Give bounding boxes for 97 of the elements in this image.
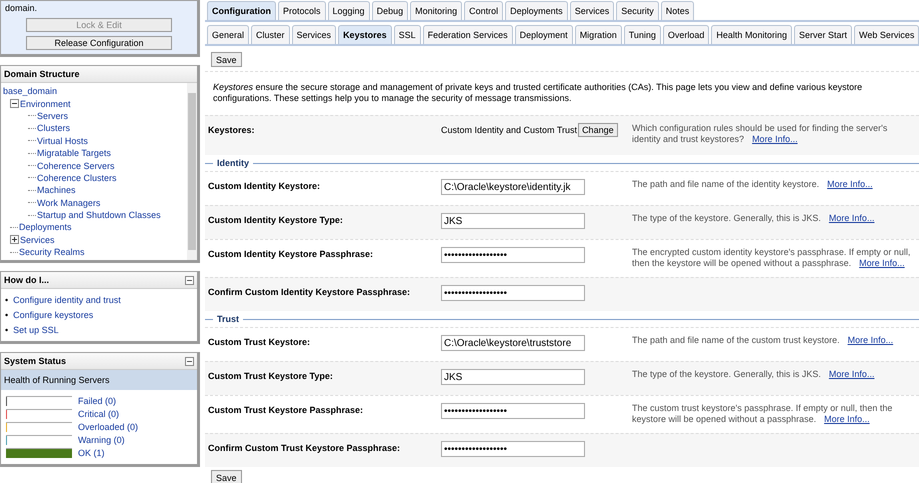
scrollbar[interactable] [187, 83, 197, 260]
subtab[interactable]: Health Monitoring [711, 25, 792, 44]
tree-item[interactable]: Environment [20, 98, 71, 109]
tree-item[interactable]: Work Managers [37, 198, 100, 208]
subtab[interactable]: Tuning [624, 25, 661, 44]
tree-item[interactable]: Virtual Hosts [37, 136, 88, 146]
collapse-icon[interactable] [185, 356, 194, 366]
bullet: • [5, 310, 8, 320]
health-link[interactable]: Overloaded (0) [78, 422, 138, 432]
tab[interactable]: Monitoring [410, 1, 462, 20]
field-help: The type of the keystore. Generally, this is JKS. More Info... [632, 213, 876, 224]
field-label: Custom Trust Keystore Passphrase: [208, 404, 364, 415]
health-link[interactable]: Failed (0) [78, 396, 116, 406]
tree-item[interactable]: Clusters [37, 123, 70, 134]
field-value: Custom Identity and Custom Trust [441, 124, 578, 137]
section-title: Trust [217, 314, 240, 324]
tree-item[interactable]: Machines [37, 185, 76, 196]
subtab[interactable]: Federation Services [422, 25, 513, 44]
more-info-link[interactable]: More Info... [828, 213, 874, 223]
tab[interactable]: Services [570, 1, 614, 20]
change-center-message: domain. [5, 3, 38, 14]
tree-item[interactable]: Security Realms [19, 247, 85, 258]
input-field[interactable]: JKS [441, 369, 585, 385]
tab[interactable]: Protocols [278, 1, 326, 20]
subtab[interactable]: SSL [394, 25, 421, 44]
field-label: Custom Trust Keystore: [208, 336, 312, 347]
collapse-icon[interactable] [10, 99, 19, 108]
more-info-link[interactable]: More Info... [859, 258, 905, 268]
input-field[interactable]: C:\Oracle\keystore\identity.jk [441, 179, 585, 195]
input-field[interactable]: •••••••••••••••••• [441, 247, 585, 263]
subtab[interactable]: Deployment [514, 25, 573, 44]
bullet: • [5, 295, 8, 306]
tree-item[interactable]: base_domain [3, 86, 58, 96]
subtab[interactable]: Overload [662, 25, 710, 44]
help-link[interactable]: Configure keystores [13, 310, 94, 320]
tree-item[interactable]: Coherence Servers [37, 160, 115, 171]
field-label: Confirm Custom Identity Keystore Passphrase: [208, 286, 412, 297]
change-center-button[interactable]: Release Configuration [26, 36, 172, 50]
subtab[interactable]: Web Services [854, 25, 919, 44]
more-info-link[interactable]: More Info... [828, 369, 874, 379]
subtab[interactable]: Cluster [251, 25, 290, 44]
input-field[interactable]: •••••••••••••••••• [441, 285, 585, 301]
health-heading: Health of Running Servers [1, 370, 197, 390]
help-link[interactable]: Set up SSL [13, 325, 59, 336]
field-help: The path and file name of the custom trust keystore. More Info... [632, 335, 894, 346]
help-link[interactable]: Configure identity and trust [13, 295, 121, 306]
tab[interactable]: Logging [328, 1, 370, 20]
field-label: Keystores: [208, 124, 256, 135]
health-link[interactable]: OK (1) [78, 448, 105, 458]
tree-item[interactable]: Deployments [19, 222, 72, 232]
tab[interactable]: Security [616, 1, 659, 20]
tree-item[interactable]: Startup and Shutdown Classes [37, 210, 161, 220]
change-button[interactable]: Change [578, 123, 618, 137]
field-label: Confirm Custom Trust Keystore Passphrase: [208, 442, 402, 453]
health-link[interactable]: Warning (0) [78, 435, 125, 446]
tree-item[interactable]: Coherence Clusters [37, 172, 117, 183]
field-label: Custom Identity Keystore Passphrase: [208, 248, 374, 259]
panel-title: How do I... [4, 275, 49, 286]
input-field[interactable]: •••••••••••••••••• [441, 403, 585, 419]
more-info-link[interactable]: More Info... [824, 414, 870, 424]
field-help: Which configuration rules should be used for finding the server's identity and trust keystores? More Info... [632, 123, 888, 145]
field-label: Custom Trust Keystore Type: [208, 370, 334, 381]
tree-item[interactable]: Migratable Targets [37, 148, 111, 158]
input-field[interactable]: •••••••••••••••••• [441, 441, 585, 457]
panel-title: System Status [4, 356, 66, 366]
field-label: Custom Identity Keystore: [208, 180, 322, 191]
subtab[interactable]: Services [292, 25, 336, 44]
expand-icon[interactable] [10, 235, 19, 244]
section-title: Identity [217, 158, 250, 168]
field-help: The custom trust keystore's passphrase. If empty or null, then the keystore will be opened without a passphrase. More Info... [632, 403, 894, 425]
subtab[interactable]: Keystores [338, 25, 392, 44]
save-button[interactable]: Save [211, 52, 242, 67]
input-field[interactable]: JKS [441, 213, 585, 229]
more-info-link[interactable]: More Info... [848, 335, 894, 345]
field-label: Custom Identity Keystore Type: [208, 214, 344, 225]
tab[interactable]: Configuration [207, 1, 276, 20]
field-help: The encrypted custom identity keystore's passphrase. If empty or null, then the keystore will be opened without a passphrase. More Info... [632, 247, 912, 269]
collapse-icon[interactable] [185, 276, 194, 285]
input-field[interactable]: C:\Oracle\keystore\truststore [441, 335, 585, 351]
tab[interactable]: Notes [660, 1, 694, 20]
page-description: Keystores ensure the secure storage and management of private keys and trusted certificate authorities (CAs). This page lets you view and define various keystore configurations. These settings help you to manage the security of message transmissions. [213, 82, 864, 104]
subtab[interactable]: General [207, 25, 250, 44]
tree-item[interactable]: Services [20, 234, 55, 245]
save-button[interactable]: Save [211, 470, 242, 483]
more-info-link[interactable]: More Info... [827, 179, 873, 189]
subtab[interactable]: Migration [574, 25, 622, 44]
more-info-link[interactable]: More Info... [752, 134, 798, 144]
subtab[interactable]: Server Start [794, 25, 852, 44]
tab[interactable]: Deployments [505, 1, 568, 20]
tab[interactable]: Control [464, 1, 504, 20]
panel-title: Domain Structure [4, 69, 80, 79]
field-help: The path and file name of the identity keystore. More Info... [632, 179, 874, 190]
bullet: • [5, 325, 8, 336]
field-help: The type of the keystore. Generally, this is JKS. More Info... [632, 369, 876, 380]
tab[interactable]: Debug [372, 1, 408, 20]
health-link[interactable]: Critical (0) [78, 409, 120, 420]
tree-item[interactable]: Servers [37, 110, 68, 121]
